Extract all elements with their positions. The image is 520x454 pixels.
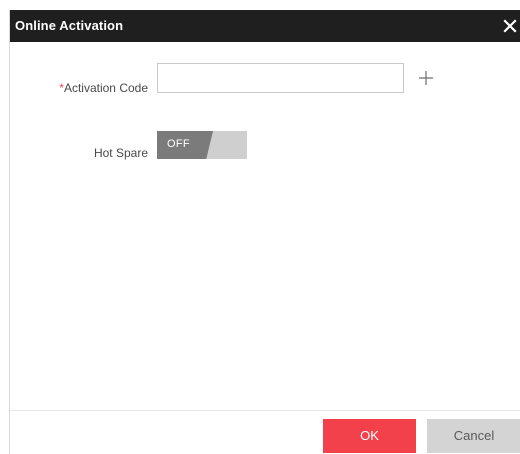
dialog-titlebar: Online Activation xyxy=(10,10,520,42)
toggle-state-text: OFF xyxy=(167,138,190,150)
plus-icon[interactable] xyxy=(416,68,436,88)
activation-code-input[interactable] xyxy=(157,63,404,93)
hot-spare-label: Hot Spare xyxy=(93,146,148,160)
dialog-title: Online Activation xyxy=(15,18,124,33)
close-icon[interactable] xyxy=(503,14,520,38)
activation-code-label: *Activation Code xyxy=(46,81,148,95)
activation-code-label-text: Activation Code xyxy=(63,81,148,95)
online-activation-dialog: Online Activation *Activation Code Hot S… xyxy=(9,10,520,454)
ok-button[interactable]: OK xyxy=(323,419,416,453)
footer-divider xyxy=(10,410,520,411)
cancel-button[interactable]: Cancel xyxy=(427,419,520,453)
hot-spare-toggle[interactable]: OFF xyxy=(157,131,247,159)
